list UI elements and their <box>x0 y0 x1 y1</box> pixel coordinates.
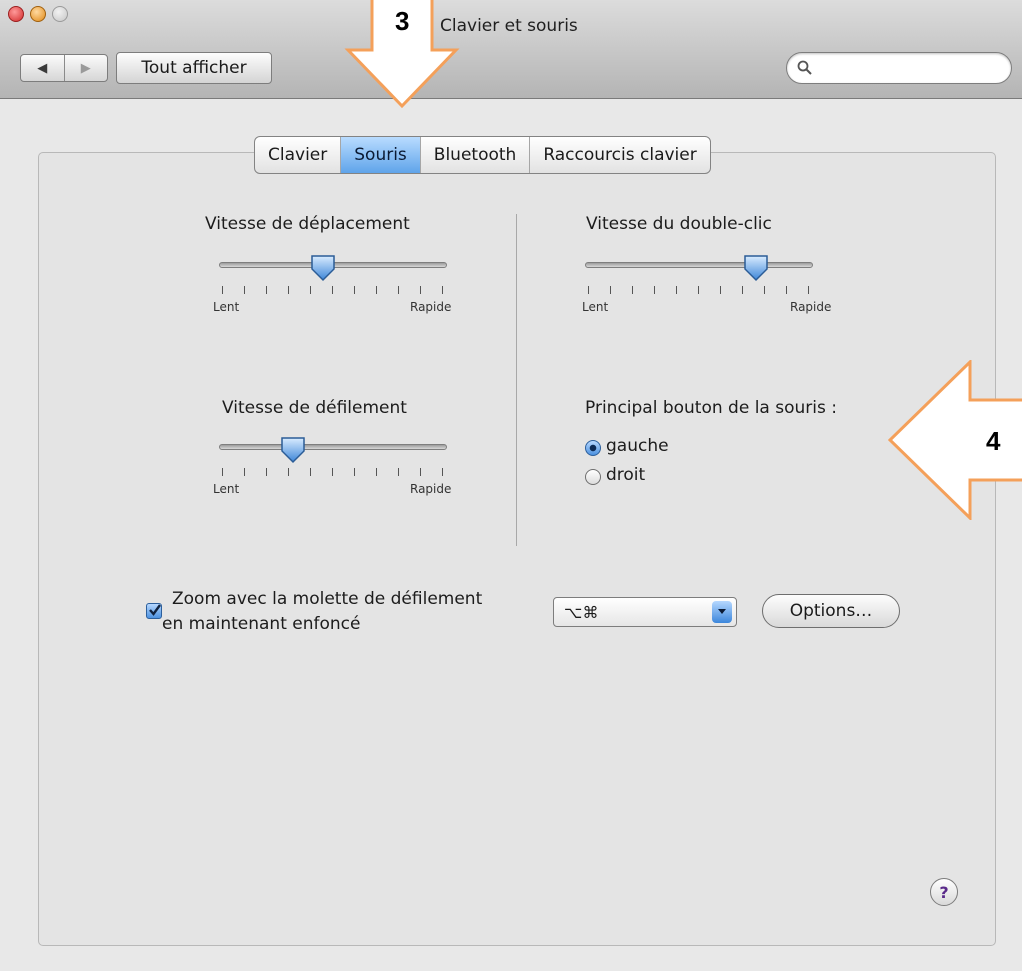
window-toolbar: Clavier et souris ◀ ▶ Tout afficher <box>0 0 1022 99</box>
tab-souris[interactable]: Souris <box>340 137 420 173</box>
tab-clavier[interactable]: Clavier <box>255 137 340 173</box>
slider-tick <box>610 286 611 294</box>
slider-thumb[interactable] <box>280 436 306 464</box>
scroll-speed-min-label: Lent <box>213 482 240 496</box>
tab-bar: Clavier Souris Bluetooth Raccourcis clav… <box>254 136 711 174</box>
primary-button-title: Principal bouton de la souris : <box>585 398 837 418</box>
slider-thumb[interactable] <box>743 254 769 282</box>
column-divider <box>516 214 517 546</box>
zoom-label-line2[interactable]: en maintenant enfoncé <box>162 614 360 634</box>
annotation-label-4: 4 <box>986 426 1001 456</box>
minimize-window-button[interactable] <box>30 6 46 22</box>
checkmark-icon <box>149 604 161 616</box>
slider-tick <box>332 286 333 294</box>
slider-tick <box>266 468 267 476</box>
history-nav: ◀ ▶ <box>20 54 108 82</box>
tracking-speed-max-label: Rapide <box>410 300 452 314</box>
slider-tick <box>266 286 267 294</box>
close-window-button[interactable] <box>8 6 24 22</box>
slider-tick <box>244 468 245 476</box>
slider-tick <box>288 286 289 294</box>
tracking-speed-title: Vitesse de déplacement <box>205 214 410 234</box>
tab-bluetooth[interactable]: Bluetooth <box>419 137 530 173</box>
slider-tick <box>332 468 333 476</box>
slider-tick <box>398 468 399 476</box>
show-all-button[interactable]: Tout afficher <box>116 52 272 84</box>
radio-gauche[interactable] <box>585 440 601 456</box>
slider-tick <box>764 286 765 294</box>
slider-tick <box>376 286 377 294</box>
slider-track[interactable] <box>219 444 447 450</box>
slider-tick <box>654 286 655 294</box>
popup-arrow-icon <box>712 601 732 623</box>
zoom-label-line1[interactable]: Zoom avec la molette de défilement <box>172 589 482 609</box>
zoom-checkbox[interactable] <box>146 603 162 619</box>
slider-tick <box>420 468 421 476</box>
slider-tick <box>354 468 355 476</box>
forward-button[interactable]: ▶ <box>63 55 108 81</box>
slider-tick <box>676 286 677 294</box>
tracking-speed-min-label: Lent <box>213 300 240 314</box>
slider-ticks <box>585 286 813 296</box>
slider-tick <box>398 286 399 294</box>
zoom-modifier-value: ⌥⌘ <box>564 603 599 622</box>
slider-track[interactable] <box>585 262 813 268</box>
help-button[interactable]: ? <box>930 878 958 906</box>
slider-ticks <box>219 286 447 296</box>
slider-tick <box>222 286 223 294</box>
radio-droit-label[interactable]: droit <box>606 465 645 485</box>
options-button[interactable]: Options… <box>762 594 900 628</box>
slider-tick <box>420 286 421 294</box>
slider-tick <box>632 286 633 294</box>
slider-tick <box>310 286 311 294</box>
scroll-speed-title: Vitesse de défilement <box>222 398 407 418</box>
slider-tick <box>588 286 589 294</box>
scroll-speed-slider[interactable] <box>219 436 447 476</box>
scroll-speed-max-label: Rapide <box>410 482 452 496</box>
slider-tick <box>808 286 809 294</box>
annotation-label-3: 3 <box>395 6 410 36</box>
slider-tick <box>786 286 787 294</box>
double-click-speed-title: Vitesse du double-clic <box>586 214 772 234</box>
slider-thumb[interactable] <box>310 254 336 282</box>
slider-tick <box>376 468 377 476</box>
slider-tick <box>442 468 443 476</box>
back-button[interactable]: ◀ <box>21 55 64 81</box>
double-click-speed-max-label: Rapide <box>790 300 832 314</box>
radio-droit[interactable] <box>585 469 601 485</box>
double-click-speed-min-label: Lent <box>582 300 609 314</box>
slider-tick <box>742 286 743 294</box>
slider-tick <box>222 468 223 476</box>
slider-ticks <box>219 468 447 478</box>
search-icon <box>797 60 812 75</box>
slider-tick <box>698 286 699 294</box>
search-field[interactable] <box>786 52 1012 84</box>
double-click-speed-slider[interactable] <box>585 254 813 294</box>
slider-tick <box>442 286 443 294</box>
slider-tick <box>310 468 311 476</box>
annotation-arrow-left <box>888 360 1022 520</box>
slider-tick <box>354 286 355 294</box>
slider-tick <box>244 286 245 294</box>
search-input[interactable] <box>817 57 1001 81</box>
settings-panel <box>38 152 996 946</box>
slider-tick <box>288 468 289 476</box>
radio-gauche-label[interactable]: gauche <box>606 436 669 456</box>
zoom-modifier-popup[interactable]: ⌥⌘ <box>553 597 737 627</box>
slider-tick <box>720 286 721 294</box>
zoom-window-button[interactable] <box>52 6 68 22</box>
tracking-speed-slider[interactable] <box>219 254 447 294</box>
tab-raccourcis-clavier[interactable]: Raccourcis clavier <box>529 137 709 173</box>
